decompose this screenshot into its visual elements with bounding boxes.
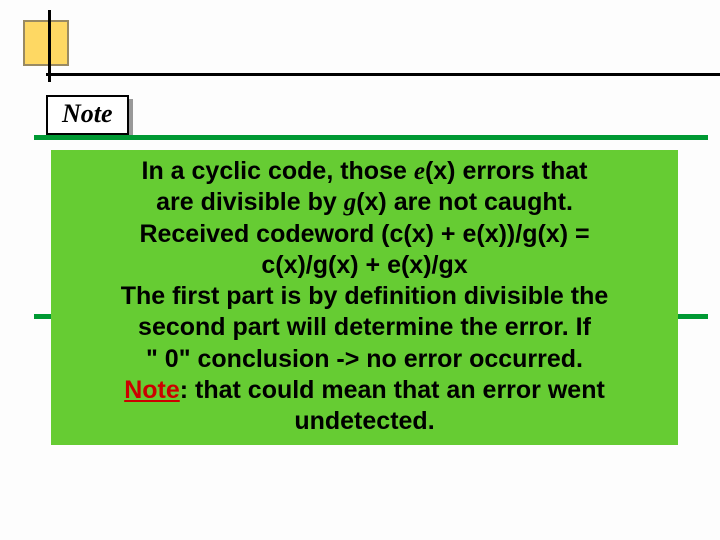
horizontal-rule — [46, 73, 720, 76]
content-line-7: " 0" conclusion -> no error occurred. — [59, 344, 670, 375]
text: (x) errors that — [425, 157, 588, 185]
note-label-box: Note — [46, 95, 129, 135]
content-line-6: second part will determine the error. If — [59, 312, 670, 343]
text: are divisible by — [156, 188, 344, 216]
text: (x) are not caught. — [356, 188, 573, 216]
green-divider-top — [34, 135, 708, 140]
slide: Note In a cyclic code, those e(x) errors… — [0, 0, 720, 540]
content-line-8: Note: that could mean that an error went — [59, 375, 670, 406]
text: : that could mean that an error went — [180, 376, 605, 404]
note-label-text: Note — [62, 99, 113, 128]
italic-g: g — [344, 189, 357, 216]
content-line-1: In a cyclic code, those e(x) errors that — [59, 156, 670, 187]
content-line-3: Received codeword (c(x) + e(x))/g(x) = — [59, 219, 670, 250]
corner-decoration-icon — [25, 22, 67, 64]
vertical-rule — [48, 10, 51, 82]
content-line-2: are divisible by g(x) are not caught. — [59, 187, 670, 218]
content-line-9: undetected. — [59, 406, 670, 437]
content-line-5: The first part is by definition divisibl… — [59, 281, 670, 312]
text: In a cyclic code, those — [142, 157, 414, 185]
italic-e: e — [414, 158, 425, 185]
note-red-text: Note — [124, 376, 180, 404]
content-box: In a cyclic code, those e(x) errors that… — [51, 150, 678, 445]
content-line-4: c(x)/g(x) + e(x)/gx — [59, 250, 670, 281]
